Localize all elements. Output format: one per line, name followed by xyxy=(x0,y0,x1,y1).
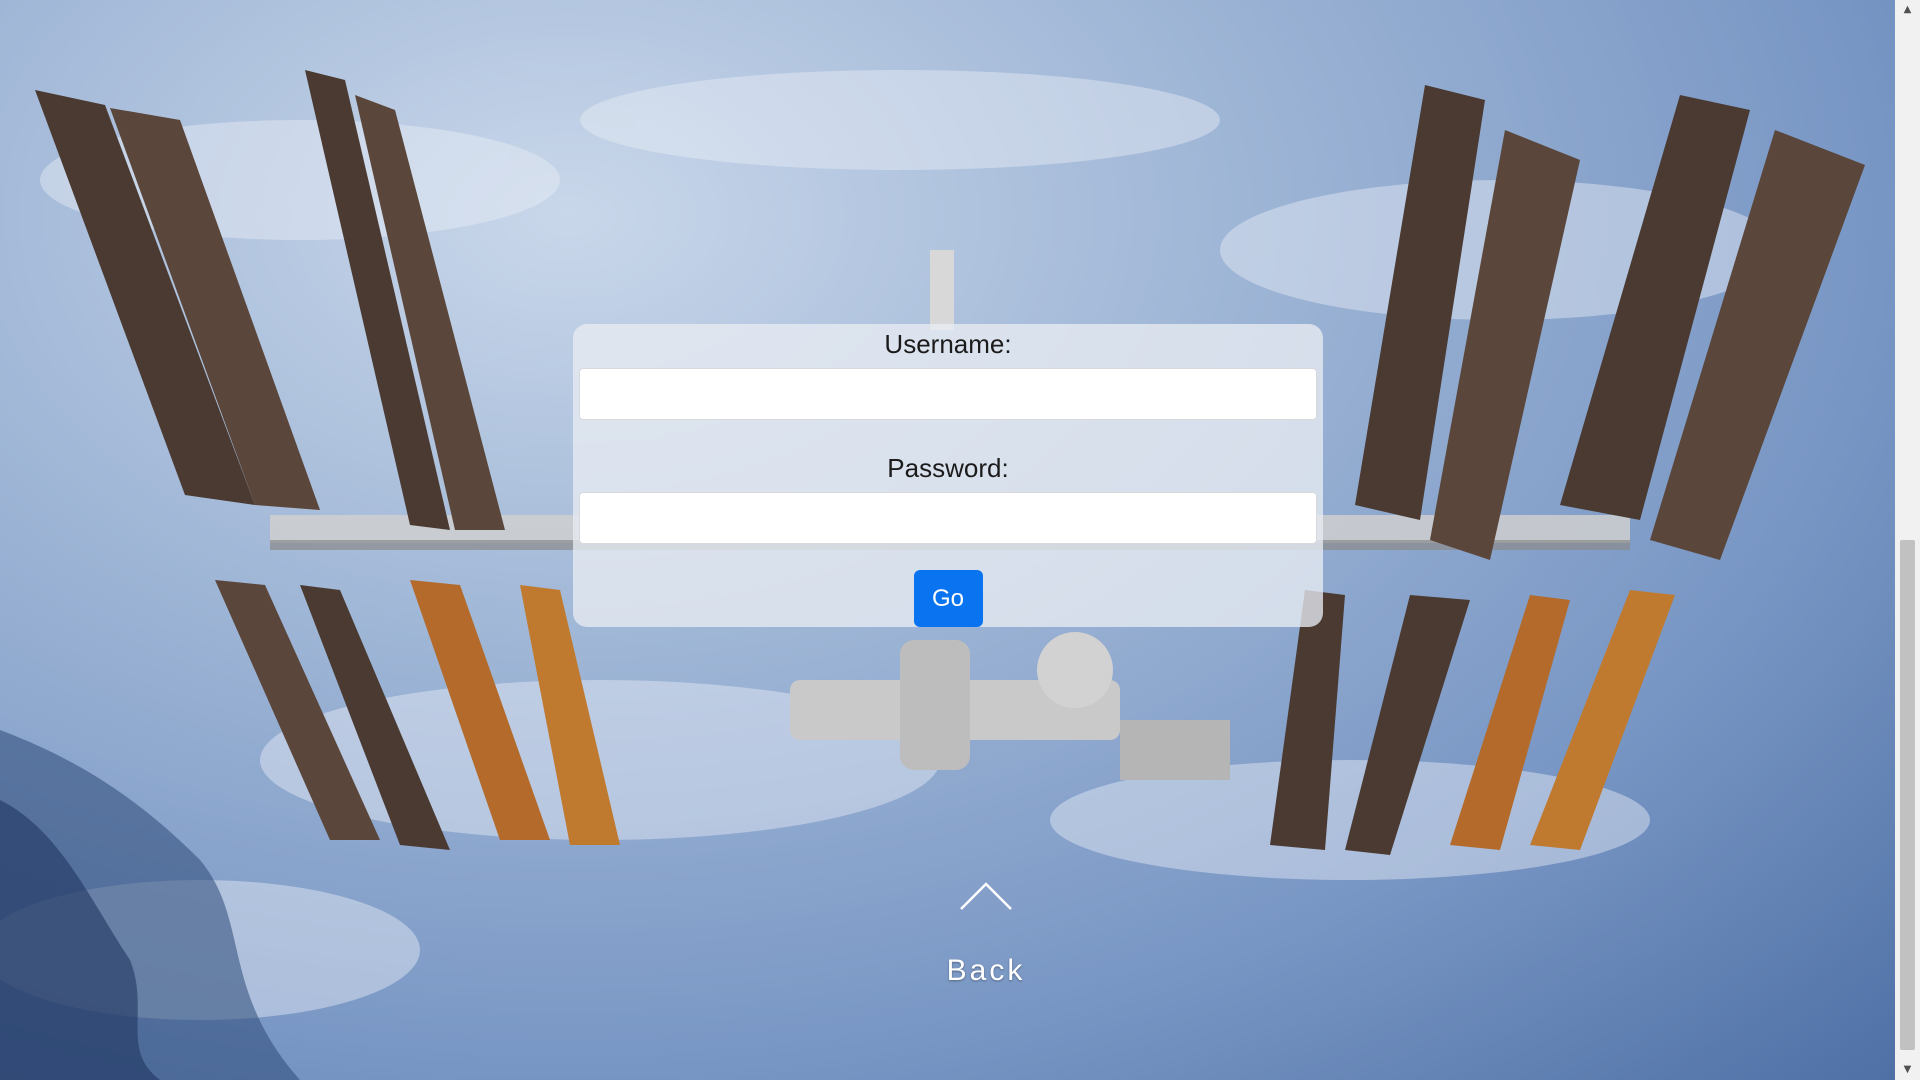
vertical-scrollbar[interactable]: ▲ ▼ xyxy=(1895,0,1920,1080)
scroll-down-arrow-icon[interactable]: ▼ xyxy=(1895,1060,1920,1080)
chevron-up-icon xyxy=(960,882,1012,910)
username-label: Username: xyxy=(884,329,1012,359)
go-button[interactable]: Go xyxy=(913,570,983,627)
login-panel: Username: Password: Go xyxy=(573,324,1323,627)
password-input[interactable] xyxy=(579,492,1317,544)
password-label: Password: xyxy=(887,453,1009,483)
back-link[interactable]: Back xyxy=(936,880,1036,988)
scrollbar-thumb[interactable] xyxy=(1900,540,1915,1050)
username-input[interactable] xyxy=(579,368,1317,420)
back-label: Back xyxy=(946,954,1026,987)
scroll-up-arrow-icon[interactable]: ▲ xyxy=(1895,0,1920,20)
page-viewport: Username: Password: Go Back xyxy=(0,0,1895,1080)
